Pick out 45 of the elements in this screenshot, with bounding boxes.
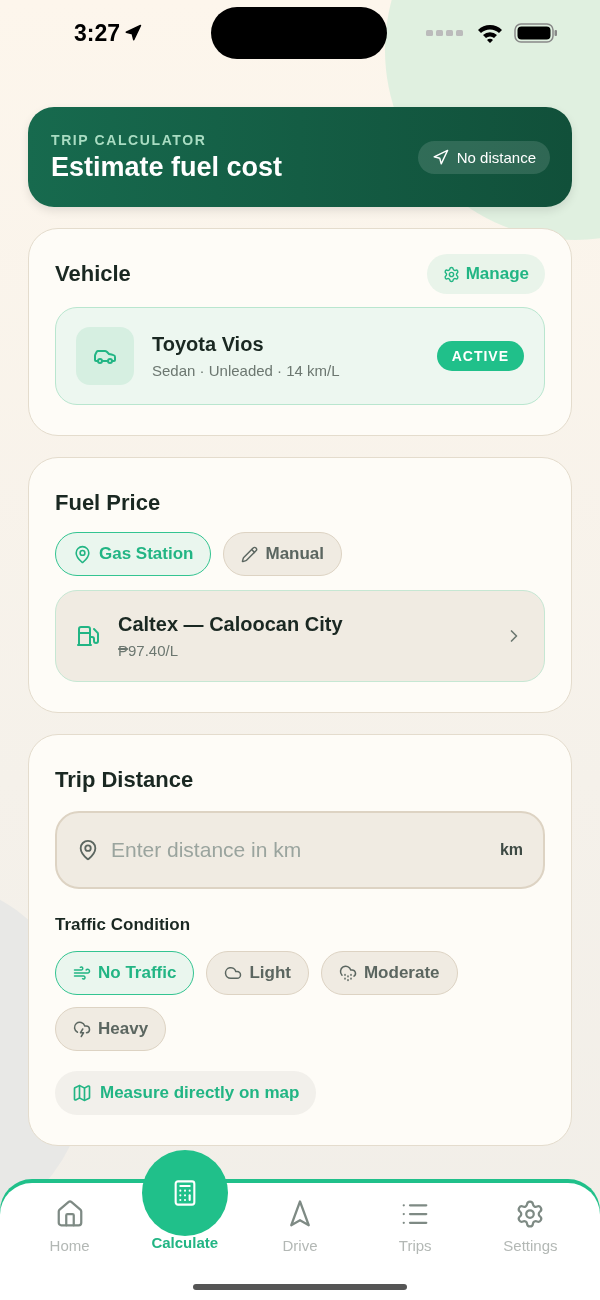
station-price: ₱97.40/L xyxy=(118,642,180,659)
distance-badge: No distance xyxy=(417,140,550,174)
vehicle-name: Toyota Vios xyxy=(152,333,265,356)
measure-map-button[interactable]: Measure directly on map xyxy=(55,1071,317,1115)
card-title: Trip Distance xyxy=(55,767,195,793)
header-title: Estimate fuel cost xyxy=(51,151,283,183)
tab-button[interactable]: Home xyxy=(12,1183,128,1254)
source-chip[interactable]: Manual xyxy=(223,532,343,576)
rain-cloud-icon xyxy=(338,964,357,982)
card-title: Fuel Price xyxy=(55,490,162,516)
tab-button[interactable]: Trips xyxy=(357,1183,473,1254)
navigation-arrow-icon xyxy=(431,148,449,166)
pin-icon xyxy=(73,544,92,564)
map-icon xyxy=(72,1083,92,1103)
wind-icon xyxy=(73,964,91,982)
vehicle-details: Sedan · Unleaded · 14 km/L xyxy=(152,362,341,379)
traffic-chip[interactable]: No Traffic xyxy=(55,951,195,995)
tab-button[interactable]: Drive xyxy=(242,1183,358,1254)
battery-icon xyxy=(514,22,558,44)
station-row[interactable]: Caltex — Caloocan City ₱97.40/L xyxy=(55,590,545,682)
location-arrow-icon xyxy=(124,24,143,42)
cloud-icon xyxy=(224,964,243,982)
signal-icon xyxy=(426,29,466,37)
settings-icon xyxy=(442,265,460,283)
status-pill: ACTIVE xyxy=(436,341,524,371)
fuel-pump-icon xyxy=(76,624,100,648)
pin-icon xyxy=(77,839,99,861)
station-name: Caltex — Caloocan City xyxy=(118,613,344,636)
tab-button[interactable]: Settings xyxy=(472,1183,588,1254)
manage-button[interactable]: Manage xyxy=(426,254,545,294)
distance-field[interactable]: Enter distance in km km xyxy=(55,811,545,889)
traffic-chip[interactable]: Moderate xyxy=(320,951,458,995)
traffic-chip[interactable]: Light xyxy=(206,951,309,995)
source-chip[interactable]: Gas Station xyxy=(55,532,212,576)
pencil-icon xyxy=(241,545,259,563)
traffic-chip[interactable]: Heavy xyxy=(55,1007,167,1051)
status-time: 3:27 xyxy=(74,19,121,47)
section-label: Traffic Condition xyxy=(55,915,192,935)
distance-input[interactable]: Enter distance in km xyxy=(109,837,490,863)
unit-label: km xyxy=(499,841,523,859)
storm-cloud-icon xyxy=(73,1020,91,1038)
header-eyebrow: TRIP CALCULATOR xyxy=(51,131,208,148)
card-title: Vehicle xyxy=(55,261,131,287)
wifi-icon xyxy=(476,23,504,43)
vehicle-tile[interactable]: Toyota Vios Sedan · Unleaded · 14 km/L ACTIVE xyxy=(55,307,545,405)
